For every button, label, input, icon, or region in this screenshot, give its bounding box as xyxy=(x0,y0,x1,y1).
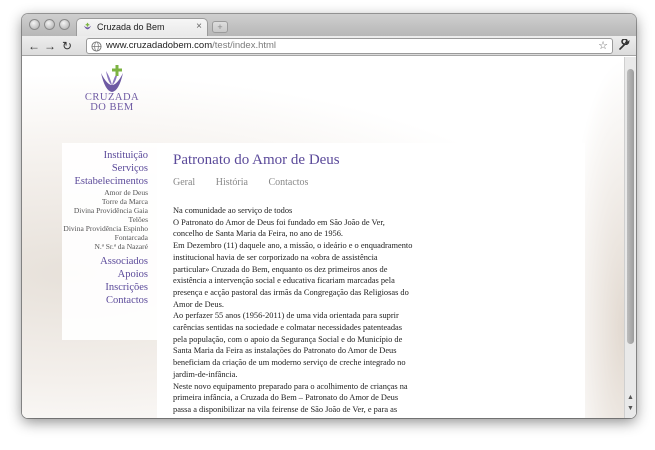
site-favicon-icon xyxy=(83,22,92,30)
article-paragraph: O Patronato do Amor de Deus foi fundado … xyxy=(173,217,385,239)
back-arrow-icon[interactable]: ← xyxy=(28,38,40,54)
forward-arrow-icon[interactable]: → xyxy=(44,38,56,54)
sidebar-subitem-divina-providencia-gaia[interactable]: Divina Providência Gaia xyxy=(62,206,148,215)
tab-contactos[interactable]: Contactos xyxy=(268,177,308,188)
vertical-scrollbar[interactable]: ▲ ▼ xyxy=(624,57,636,418)
content-tabs: Geral História Contactos xyxy=(173,177,585,188)
minimize-window-button[interactable] xyxy=(44,19,55,30)
browser-toolbar: ← → ↻ www.cruzadadobem.com/test/index.ht… xyxy=(22,36,636,56)
tab-close-icon[interactable]: × xyxy=(196,21,202,32)
bookmark-star-icon[interactable]: ☆ xyxy=(598,39,608,52)
scroll-down-arrow-icon[interactable]: ▼ xyxy=(627,405,634,412)
url-path: /test/index.html xyxy=(212,40,277,51)
sidebar-item-associados[interactable]: Associados xyxy=(62,255,148,268)
url-domain: www.cruzadadobem.com xyxy=(106,40,213,51)
article-body: Na comunidade ao serviço de todos O Patr… xyxy=(173,205,413,418)
sidebar-item-estabelecimentos[interactable]: Estabelecimentos xyxy=(62,175,148,188)
sidebar-item-apoios[interactable]: Apoios xyxy=(62,268,148,281)
site-logo[interactable]: CRUZADA DO BEM xyxy=(82,65,142,121)
url-text: www.cruzadadobem.com/test/index.html xyxy=(106,40,276,51)
article-paragraph: Ao perfazer 55 anos (1956-2011) de uma v… xyxy=(173,311,406,379)
tab-geral[interactable]: Geral xyxy=(173,177,195,188)
logo-text-line2: DO BEM xyxy=(90,102,134,113)
sidebar-item-inscricoes[interactable]: Inscrições xyxy=(62,281,148,294)
new-tab-button[interactable]: + xyxy=(212,21,228,33)
reload-icon[interactable]: ↻ xyxy=(62,38,72,54)
close-window-button[interactable] xyxy=(29,19,40,30)
logo-emblem-icon xyxy=(101,65,123,92)
article-subtitle: Na comunidade ao serviço de todos xyxy=(173,206,293,215)
sidebar-subitem-nazare[interactable]: N.ª Sr.ª da Nazaré xyxy=(62,242,149,251)
tab-title: Cruzada do Bem xyxy=(97,22,165,32)
sidebar-item-servicos[interactable]: Serviços xyxy=(62,162,148,175)
article-paragraph: Em Dezembro (11) daquele ano, a missão, … xyxy=(173,241,413,309)
sidebar-subitem-torre-da-marca[interactable]: Torre da Marca xyxy=(62,197,148,206)
page-title: Patronato do Amor de Deus xyxy=(173,152,340,168)
scroll-up-arrow-icon[interactable]: ▲ xyxy=(627,394,634,401)
sidebar-item-instituicao[interactable]: Instituição xyxy=(62,149,148,162)
sidebar-subitem-fontarcada[interactable]: Fontarcada xyxy=(62,233,148,242)
sidebar-item-contactos[interactable]: Contactos xyxy=(62,294,148,307)
sidebar-subitem-amor-de-deus[interactable]: Amor de Deus xyxy=(62,188,148,197)
tab-historia[interactable]: História xyxy=(216,177,248,188)
browser-tab[interactable]: Cruzada do Bem × xyxy=(76,18,208,36)
sidebar-menu: Instituição Serviços Estabelecimentos Am… xyxy=(62,143,157,340)
zoom-window-button[interactable] xyxy=(59,19,70,30)
wrench-icon[interactable] xyxy=(618,39,630,51)
main-content: Patronato do Amor de Deus Geral História… xyxy=(157,143,585,418)
tab-strip: Cruzada do Bem × + xyxy=(22,14,636,36)
browser-window: Cruzada do Bem × + ← → ↻ www.cruzadadobe… xyxy=(22,14,636,418)
scrollbar-thumb[interactable] xyxy=(627,69,634,344)
page-viewport: CRUZADA DO BEM Instituição Serviços Esta… xyxy=(22,57,636,418)
sidebar-subitem-teloes[interactable]: Telões xyxy=(62,215,148,224)
sidebar-subitem-divina-providencia-espinho[interactable]: Divina Providência Espinho xyxy=(62,224,148,233)
address-bar[interactable]: www.cruzadadobem.com/test/index.html ☆ xyxy=(86,38,613,54)
page-globe-icon xyxy=(91,41,102,52)
article-paragraph: Neste novo equipamento preparado para o … xyxy=(173,381,408,418)
